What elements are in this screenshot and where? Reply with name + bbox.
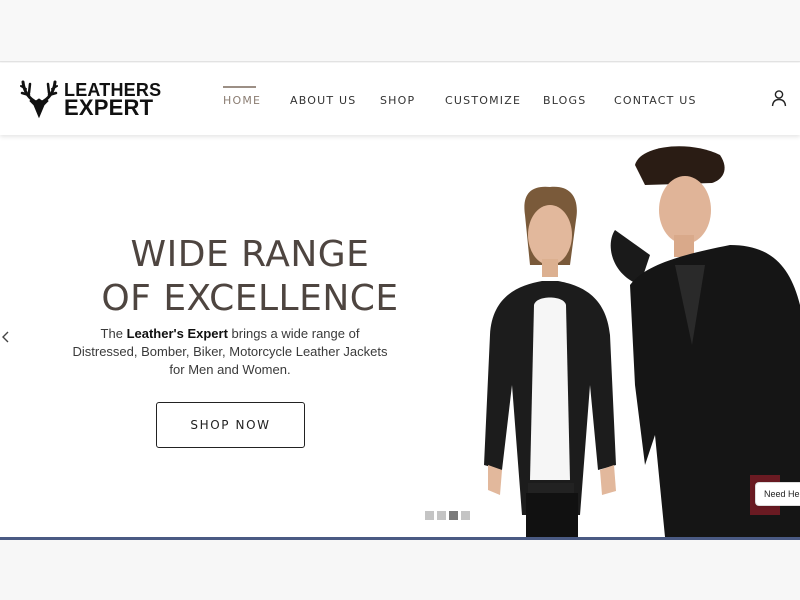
page-bottom <box>0 540 800 600</box>
hero-description: The Leather's Expert brings a wide range… <box>40 325 420 379</box>
chevron-left-icon[interactable] <box>1 330 13 344</box>
slider-dot-2[interactable] <box>437 511 446 520</box>
need-help-tab[interactable]: Need Help <box>755 482 800 506</box>
deer-antlers-icon <box>20 80 58 119</box>
hero-desc-line3: for Men and Women. <box>169 362 291 377</box>
hero-desc-brand: Leather's Expert <box>126 326 228 341</box>
nav-shop[interactable]: SHOP <box>380 94 415 107</box>
nav-about-us[interactable]: ABOUT US <box>290 94 356 107</box>
brand-logo[interactable]: LEATHERS EXPERT <box>20 77 161 121</box>
hero-desc-prefix: The <box>100 326 127 341</box>
nav-blogs[interactable]: BLOGS <box>543 94 586 107</box>
hero-slider: WIDE RANGE OF EXCELLENCE The Leather's E… <box>0 135 800 537</box>
brand-line2: EXPERT <box>64 95 154 120</box>
shop-now-button[interactable]: SHOP NOW <box>156 402 305 448</box>
hero-title-line2: OF EXCELLENCE <box>101 278 399 319</box>
nav-home[interactable]: HOME <box>223 94 261 107</box>
slider-dot-4[interactable] <box>461 511 470 520</box>
user-icon[interactable] <box>770 89 788 107</box>
brand-wordmark: LEATHERS EXPERT <box>64 81 161 120</box>
top-bar <box>0 0 800 62</box>
hero-title: WIDE RANGE OF EXCELLENCE <box>40 233 460 321</box>
nav-customize[interactable]: CUSTOMIZE <box>445 94 521 107</box>
hero-title-line1: WIDE RANGE <box>130 234 370 275</box>
slider-dot-1[interactable] <box>425 511 434 520</box>
site-header: LEATHERS EXPERT HOME ABOUT US SHOP CUSTO… <box>0 63 800 135</box>
nav-active-indicator <box>223 86 256 88</box>
slider-dot-3[interactable] <box>449 511 458 520</box>
nav-contact-us[interactable]: CONTACT US <box>614 94 697 107</box>
slider-dots <box>425 511 470 520</box>
hero-desc-line2: Distressed, Bomber, Biker, Motorcycle Le… <box>72 344 388 359</box>
hero-photo-models <box>430 135 800 537</box>
hero-desc-line1: brings a wide range of <box>227 326 360 341</box>
